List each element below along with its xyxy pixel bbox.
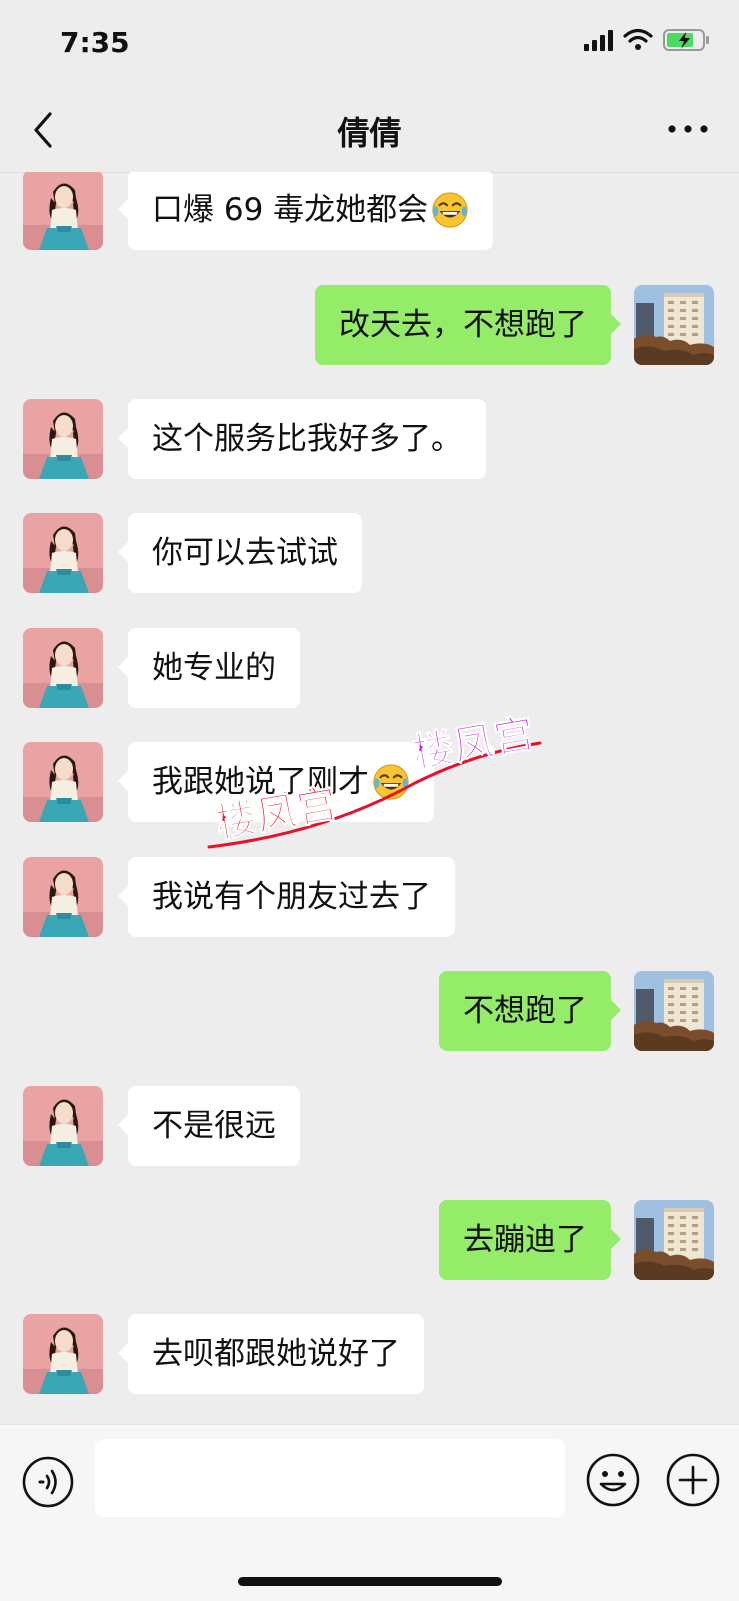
message-list[interactable]: 口爆 69 毒龙她都会 改天去，不想跑了 这个服务比我好多了。 你可以去试试 她… xyxy=(0,172,739,1424)
voice-icon xyxy=(22,1456,74,1508)
message-row: 不想跑了 xyxy=(0,971,739,1051)
message-row: 改天去，不想跑了 xyxy=(0,285,739,365)
message-bubble-incoming[interactable]: 我说有个朋友过去了 xyxy=(118,857,455,937)
voice-input-button[interactable] xyxy=(21,1455,75,1509)
my-avatar[interactable] xyxy=(634,971,714,1051)
contact-avatar[interactable] xyxy=(23,513,103,593)
more-options-button[interactable] xyxy=(667,114,709,144)
chat-header: 倩倩 xyxy=(0,90,739,173)
message-bubble-incoming[interactable]: 去呗都跟她说好了 xyxy=(118,1314,424,1394)
message-row: 她专业的 xyxy=(0,628,739,708)
contact-avatar[interactable] xyxy=(23,742,103,822)
message-input[interactable] xyxy=(95,1439,565,1517)
message-text: 她专业的 xyxy=(152,650,276,686)
home-indicator[interactable] xyxy=(238,1577,502,1586)
message-bubble-incoming[interactable]: 口爆 69 毒龙她都会 xyxy=(117,172,494,250)
contact-avatar[interactable] xyxy=(23,1314,103,1394)
message-text: 这个服务比我好多了。 xyxy=(152,421,462,457)
more-functions-button[interactable] xyxy=(665,1452,721,1508)
contact-avatar[interactable] xyxy=(23,399,103,479)
message-row: 不是很远 xyxy=(0,1086,739,1166)
battery-charging-icon xyxy=(663,29,709,51)
message-text: 我说有个朋友过去了 xyxy=(152,879,431,915)
emoji-icon xyxy=(586,1453,640,1507)
contact-avatar[interactable] xyxy=(23,172,103,250)
message-text: 口爆 69 毒龙她都会 xyxy=(152,192,429,228)
input-bar xyxy=(0,1424,739,1601)
message-row: 我说有个朋友过去了 xyxy=(0,857,739,937)
message-bubble-incoming[interactable]: 这个服务比我好多了。 xyxy=(118,399,486,479)
message-text: 去呗都跟她说好了 xyxy=(152,1336,400,1372)
message-row: 我跟她说了刚才 xyxy=(0,742,739,822)
message-bubble-incoming[interactable]: 你可以去试试 xyxy=(118,513,362,593)
laughing-tears-emoji-icon xyxy=(372,763,410,801)
message-row: 你可以去试试 xyxy=(0,513,739,593)
message-text: 改天去，不想跑了 xyxy=(339,307,587,343)
contact-avatar[interactable] xyxy=(23,628,103,708)
message-bubble-incoming[interactable]: 她专业的 xyxy=(118,628,300,708)
plus-icon xyxy=(666,1453,720,1507)
my-avatar[interactable] xyxy=(634,285,714,365)
status-bar: 7:35 xyxy=(0,0,739,90)
chat-title: 倩倩 xyxy=(337,114,402,152)
status-time: 7:35 xyxy=(60,26,130,59)
message-bubble-outgoing[interactable]: 去蹦迪了 xyxy=(439,1200,621,1280)
message-row: 这个服务比我好多了。 xyxy=(0,399,739,479)
message-row: 去蹦迪了 xyxy=(0,1200,739,1280)
message-text: 不是很远 xyxy=(152,1108,276,1144)
message-bubble-outgoing[interactable]: 改天去，不想跑了 xyxy=(315,285,621,365)
message-text: 不想跑了 xyxy=(463,993,587,1029)
laughing-tears-emoji-icon xyxy=(431,191,469,229)
message-text: 去蹦迪了 xyxy=(463,1222,587,1258)
message-text: 我跟她说了刚才 xyxy=(152,764,369,800)
contact-avatar[interactable] xyxy=(23,1086,103,1166)
message-bubble-incoming[interactable]: 我跟她说了刚才 xyxy=(118,742,434,822)
wifi-icon xyxy=(623,28,653,50)
emoji-button[interactable] xyxy=(585,1452,641,1508)
my-avatar[interactable] xyxy=(634,1200,714,1280)
message-row: 去呗都跟她说好了 xyxy=(0,1314,739,1394)
message-bubble-outgoing[interactable]: 不想跑了 xyxy=(439,971,621,1051)
message-row: 口爆 69 毒龙她都会 xyxy=(0,172,739,250)
message-bubble-incoming[interactable]: 不是很远 xyxy=(118,1086,300,1166)
message-text: 你可以去试试 xyxy=(152,535,338,571)
cellular-signal-icon xyxy=(584,29,613,51)
status-icons xyxy=(584,28,711,52)
contact-avatar[interactable] xyxy=(23,857,103,937)
more-dots-icon xyxy=(668,125,708,133)
